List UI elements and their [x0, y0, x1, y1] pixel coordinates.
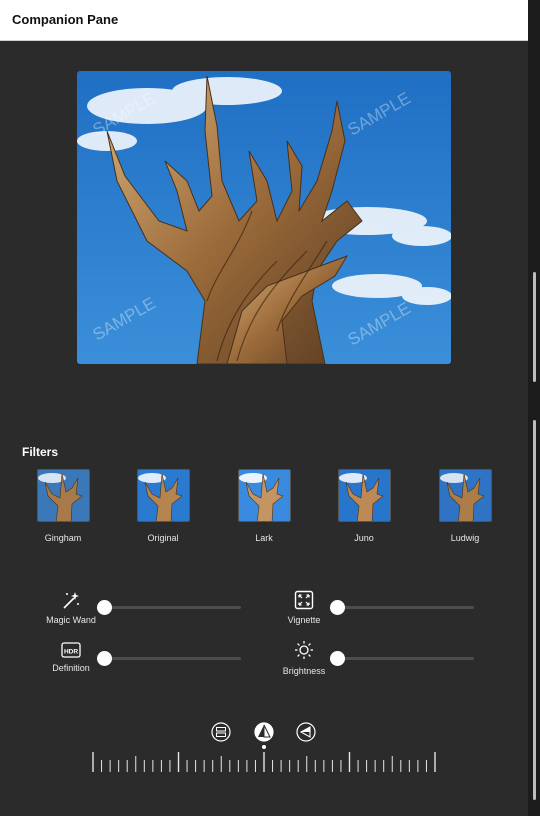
- scrollbar-thumb-lower[interactable]: [533, 420, 536, 800]
- hdr-icon: HDR: [61, 642, 81, 658]
- vignette-label: Vignette: [287, 615, 321, 625]
- filter-label: Juno: [354, 533, 374, 543]
- straighten-icon[interactable]: [254, 722, 274, 742]
- vignette-icon: [294, 590, 314, 610]
- definition-slider-track[interactable]: [104, 657, 241, 660]
- filter-ludwig[interactable]: Ludwig: [437, 469, 493, 543]
- filter-label: Ludwig: [450, 533, 480, 543]
- filter-thumbnail: [136, 469, 190, 522]
- filter-thumbnail: [438, 469, 492, 522]
- filter-juno[interactable]: Juno: [336, 469, 392, 543]
- selected-mode-indicator: [262, 745, 266, 749]
- hdr-badge-text: HDR: [64, 649, 78, 656]
- brightness-label: Brightness: [282, 666, 326, 676]
- magic-wand-slider-knob[interactable]: [97, 600, 112, 615]
- filter-thumbnail: [237, 469, 291, 522]
- magic-wand-slider-track[interactable]: [104, 606, 241, 609]
- vignette-slider-track[interactable]: [337, 606, 474, 609]
- brightness-slider-track[interactable]: [337, 657, 474, 660]
- window-title: Companion Pane: [12, 12, 119, 27]
- magic-wand-icon: [63, 592, 79, 609]
- photo-preview: SAMPLE SAMPLE SAMPLE SAMPLE: [77, 71, 451, 364]
- sun-icon: [295, 641, 313, 659]
- filter-original[interactable]: Original: [135, 469, 191, 543]
- perspective-icon[interactable]: [296, 722, 316, 742]
- scrollbar[interactable]: [528, 0, 540, 816]
- filter-label: Lark: [255, 533, 273, 543]
- rotation-ruler[interactable]: [85, 750, 445, 776]
- definition-slider-knob[interactable]: [97, 651, 112, 666]
- filter-lark[interactable]: Lark: [236, 469, 292, 543]
- vignette-slider-knob[interactable]: [330, 600, 345, 615]
- filters-heading: Filters: [22, 445, 59, 459]
- filter-label: Original: [147, 533, 179, 543]
- filter-gingham[interactable]: Gingham: [35, 469, 91, 543]
- filter-label: Gingham: [44, 533, 82, 543]
- flip-icon[interactable]: [211, 722, 231, 742]
- magic-wand-label: Magic Wand: [46, 615, 96, 625]
- filter-thumbnail: [36, 469, 90, 522]
- scrollbar-thumb-upper[interactable]: [533, 272, 536, 382]
- filter-thumbnail: [337, 469, 391, 522]
- brightness-slider-knob[interactable]: [330, 651, 345, 666]
- title-bar: Companion Pane: [0, 0, 528, 41]
